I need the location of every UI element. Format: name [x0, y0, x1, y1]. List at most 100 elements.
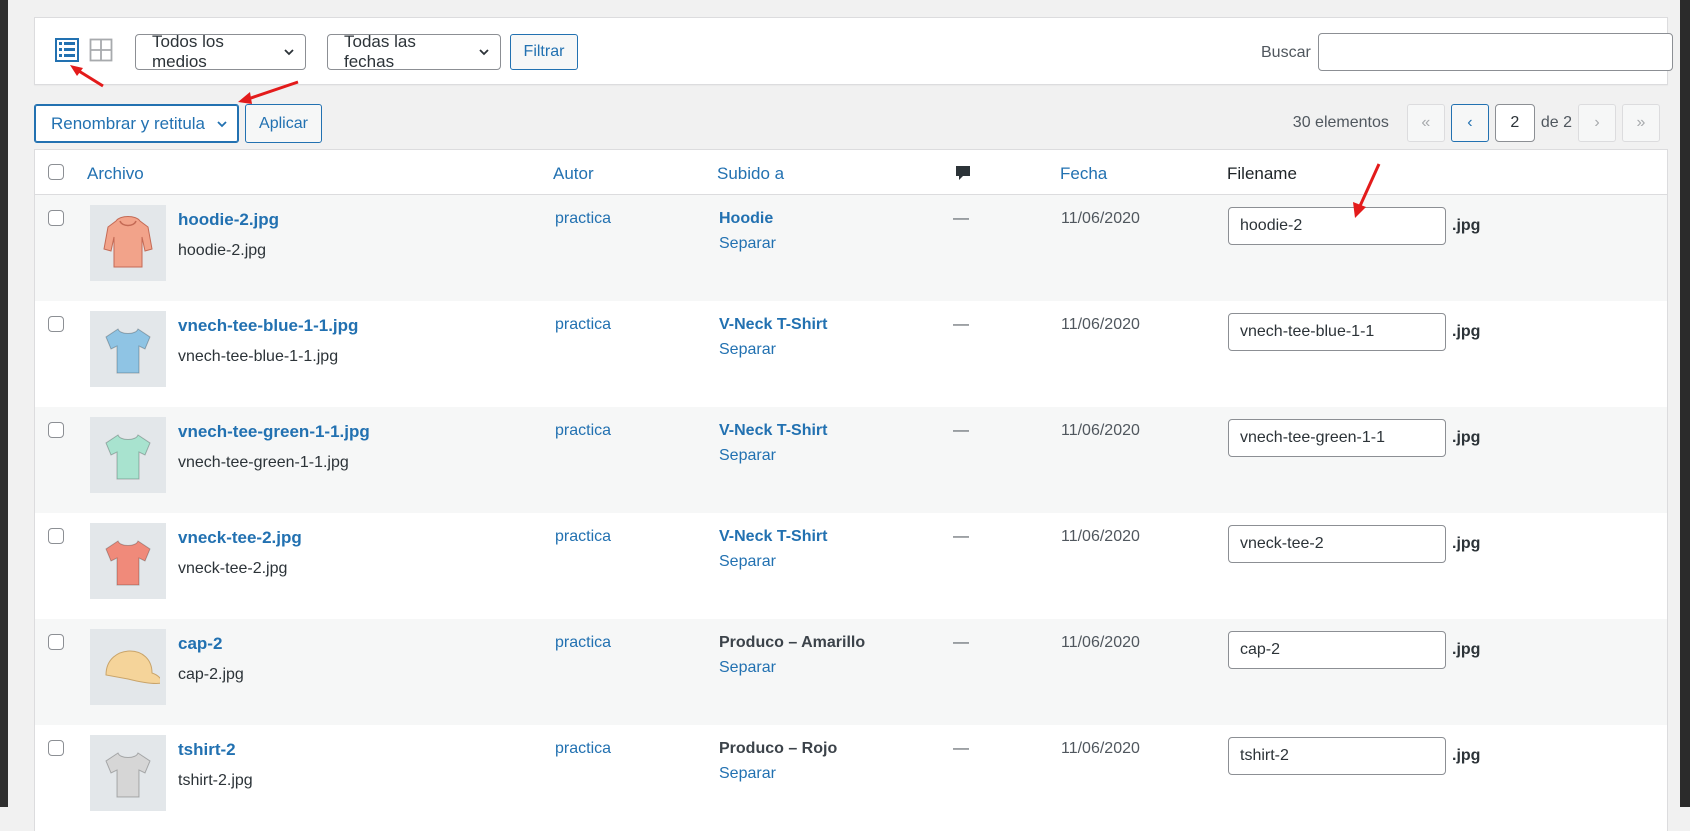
detach-link[interactable]: Separar — [719, 659, 776, 677]
comment-icon[interactable] — [954, 164, 972, 187]
attached-to: Produco – Amarillo — [719, 634, 866, 651]
attached-to: Produco – Rojo — [719, 740, 838, 757]
filter-button[interactable]: Filtrar — [510, 34, 578, 70]
filename-input[interactable]: hoodie-2 — [1228, 207, 1446, 245]
detach-link[interactable]: Separar — [719, 447, 776, 465]
grid-view-icon[interactable] — [89, 38, 113, 62]
bulk-action-select-value: Renombrar y retitula — [51, 113, 206, 133]
row-checkbox[interactable] — [48, 528, 64, 544]
date-select-value: Todas las fechas — [344, 32, 416, 71]
column-date[interactable]: Fecha — [1060, 164, 1107, 184]
window-edge — [1680, 0, 1690, 807]
media-file-name: vnech-tee-blue-1-1.jpg — [178, 348, 339, 365]
admin-sidebar-edge — [0, 0, 8, 807]
media-title-link[interactable]: vnech-tee-blue-1-1.jpg — [178, 316, 358, 336]
search-input[interactable] — [1318, 33, 1673, 71]
media-title-link[interactable]: vneck-tee-2.jpg — [178, 528, 302, 548]
author-link[interactable]: practica — [555, 210, 611, 228]
media-title-link[interactable]: tshirt-2 — [178, 740, 236, 760]
file-extension: .jpg — [1452, 535, 1481, 552]
media-title-link[interactable]: vnech-tee-green-1-1.jpg — [178, 422, 370, 442]
file-extension: .jpg — [1452, 747, 1481, 764]
row-checkbox[interactable] — [48, 316, 64, 332]
list-view-icon[interactable] — [55, 38, 79, 62]
apply-button[interactable]: Aplicar — [245, 104, 322, 143]
table-row: vneck-tee-2.jpg vneck-tee-2.jpg practica V-… — [35, 513, 1667, 619]
column-file[interactable]: Archivo — [87, 164, 144, 184]
media-file-name: vnech-tee-green-1-1.jpg — [178, 454, 349, 471]
chevron-down-icon — [217, 121, 227, 128]
table-row: cap-2 cap-2.jpg practica Produco – Amarillo… — [35, 619, 1667, 725]
next-page-button: › — [1578, 104, 1616, 142]
table-header: Archivo Autor Subido a Fecha Filename — [35, 150, 1667, 195]
detach-link[interactable]: Separar — [719, 765, 776, 783]
last-page-button: » — [1622, 104, 1660, 142]
upload-date: 11/06/2020 — [1061, 634, 1140, 651]
file-extension: .jpg — [1452, 217, 1481, 234]
author-link[interactable]: practica — [555, 316, 611, 334]
media-thumbnail[interactable] — [90, 629, 166, 705]
upload-date: 11/06/2020 — [1061, 422, 1140, 439]
media-file-name: vneck-tee-2.jpg — [178, 560, 288, 577]
items-count: 30 elementos — [1292, 114, 1389, 131]
author-link[interactable]: practica — [555, 634, 611, 652]
upload-date: 11/06/2020 — [1061, 316, 1140, 333]
media-filter-toolbar: Todos los medios Todas las fechas Filtra… — [34, 17, 1673, 85]
detach-link[interactable]: Separar — [719, 341, 776, 359]
media-file-name: hoodie-2.jpg — [178, 242, 267, 259]
author-link[interactable]: practica — [555, 528, 611, 546]
select-all-checkbox[interactable] — [48, 164, 64, 180]
first-page-button: « — [1406, 104, 1445, 142]
media-thumbnail[interactable] — [90, 523, 166, 599]
table-row: vnech-tee-blue-1-1.jpg vnech-tee-blue-1-1… — [35, 301, 1667, 407]
author-link[interactable]: practica — [555, 422, 611, 440]
row-checkbox[interactable] — [48, 422, 64, 438]
detach-link[interactable]: Separar — [719, 235, 776, 253]
media-thumbnail[interactable] — [90, 735, 166, 811]
bulk-action-select[interactable]: Renombrar y retitula — [34, 104, 239, 143]
comments-count: — — [953, 422, 969, 439]
detach-link[interactable]: Separar — [719, 553, 776, 571]
attached-to[interactable]: V-Neck T-Shirt — [719, 316, 827, 334]
file-extension: .jpg — [1452, 429, 1481, 446]
upload-date: 11/06/2020 — [1061, 740, 1140, 757]
comments-count: — — [953, 316, 969, 333]
filename-input[interactable]: cap-2 — [1228, 631, 1446, 669]
table-row: vnech-tee-green-1-1.jpg vnech-tee-green-1… — [35, 407, 1667, 513]
attached-to[interactable]: V-Neck T-Shirt — [719, 528, 827, 546]
media-thumbnail[interactable] — [90, 417, 166, 493]
filename-input[interactable]: tshirt-2 — [1228, 737, 1446, 775]
table-nav: Renombrar y retitula Aplicar 30 elemento… — [34, 85, 1668, 149]
column-uploaded-to[interactable]: Subido a — [717, 164, 784, 184]
total-pages: de 2 — [1540, 114, 1572, 131]
media-thumbnail[interactable] — [90, 205, 166, 281]
pagination: 30 elementos « ‹ 2 de 2 › » — [1293, 104, 1660, 142]
filename-input[interactable]: vnech-tee-green-1-1 — [1228, 419, 1446, 457]
media-file-name: cap-2.jpg — [178, 666, 244, 683]
media-list-table: Archivo Autor Subido a Fecha Filename ho… — [34, 149, 1668, 831]
date-select[interactable]: Todas las fechas — [327, 32, 501, 71]
media-title-link[interactable]: hoodie-2.jpg — [178, 210, 279, 230]
media-thumbnail[interactable] — [90, 311, 166, 387]
media-type-select[interactable]: Todos los medios — [135, 32, 306, 71]
current-page-input[interactable]: 2 — [1494, 104, 1535, 142]
row-checkbox[interactable] — [48, 210, 64, 226]
filename-input[interactable]: vneck-tee-2 — [1228, 525, 1446, 563]
column-filename: Filename — [1227, 164, 1297, 183]
row-checkbox[interactable] — [48, 634, 64, 650]
attached-to[interactable]: Hoodie — [719, 210, 773, 228]
attached-to[interactable]: V-Neck T-Shirt — [719, 422, 827, 440]
previous-page-button[interactable]: ‹ — [1450, 104, 1489, 142]
filename-input[interactable]: vnech-tee-blue-1-1 — [1228, 313, 1446, 351]
upload-date: 11/06/2020 — [1061, 210, 1140, 227]
comments-count: — — [953, 634, 969, 651]
chevron-down-icon — [284, 49, 294, 56]
table-row: tshirt-2 tshirt-2 .jpg practica Produco – Ro… — [35, 725, 1667, 831]
media-title-link[interactable]: cap-2 — [178, 634, 222, 654]
column-author[interactable]: Autor — [553, 164, 594, 184]
chevron-down-icon — [479, 49, 489, 56]
file-extension: .jpg — [1452, 323, 1481, 340]
row-checkbox[interactable] — [48, 740, 64, 756]
author-link[interactable]: practica — [555, 740, 611, 758]
media-type-select-value: Todos los medios — [152, 32, 224, 71]
